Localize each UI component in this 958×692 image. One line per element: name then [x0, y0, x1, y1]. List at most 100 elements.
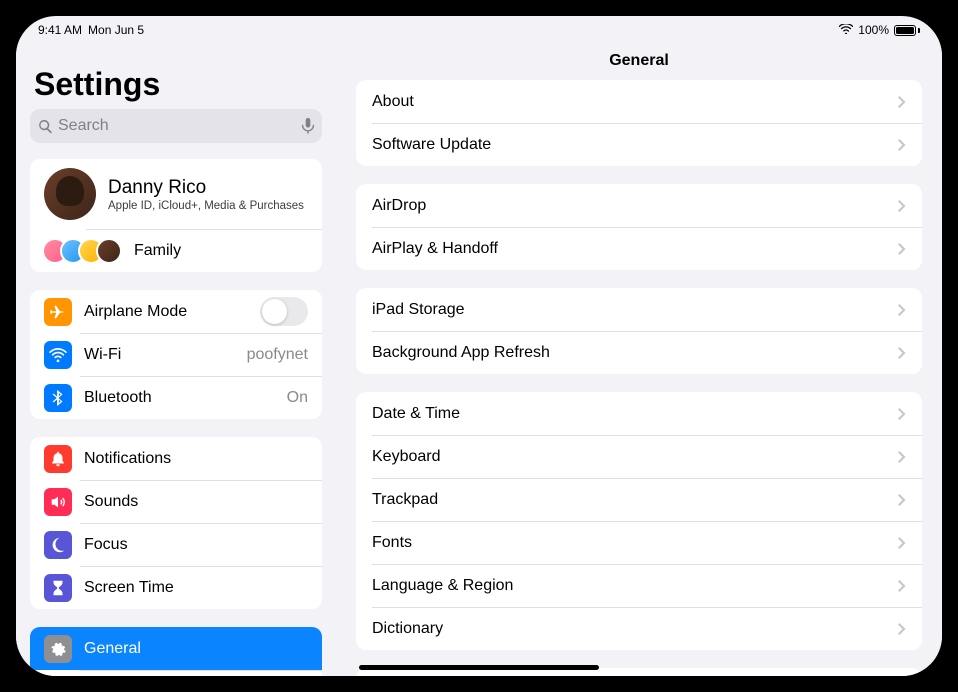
sidebar-group: Airplane Mode Wi-Fi poofynet Bluetooth On	[30, 290, 322, 419]
detail-group: AirDrop AirPlay & Handoff	[356, 184, 922, 270]
detail-row-label: iPad Storage	[372, 301, 898, 319]
sidebar-item-label: Focus	[84, 536, 308, 554]
sidebar-group: General Control Center	[30, 627, 322, 676]
status-right: 100%	[839, 23, 920, 37]
detail-title: General	[336, 38, 942, 80]
detail-row[interactable]: Date & Time	[356, 392, 922, 435]
sidebar-item-label: Bluetooth	[84, 389, 275, 407]
sidebar-item-screentime[interactable]: Screen Time	[30, 566, 322, 609]
sidebar-item-general[interactable]: General	[30, 627, 322, 670]
sidebar-item-label: Airplane Mode	[84, 303, 248, 321]
wifi-icon	[44, 341, 72, 369]
detail-row-label: Keyboard	[372, 448, 898, 466]
sidebar-item-label: Notifications	[84, 450, 308, 468]
detail-row[interactable]: Software Update	[356, 123, 922, 166]
sidebar-item-wifi[interactable]: Wi-Fi poofynet	[30, 333, 322, 376]
sidebar-item-sounds[interactable]: Sounds	[30, 480, 322, 523]
avatar-icon	[96, 238, 122, 264]
chevron-right-icon	[898, 494, 906, 506]
chevron-right-icon	[898, 200, 906, 212]
battery-icon	[894, 25, 920, 36]
detail-row[interactable]: AirDrop	[356, 184, 922, 227]
detail-row-label: AirDrop	[372, 197, 898, 215]
chevron-right-icon	[898, 347, 906, 359]
toggle-airplane[interactable]	[260, 297, 308, 326]
chevron-right-icon	[898, 139, 906, 151]
detail-row[interactable]: Language & Region	[356, 564, 922, 607]
detail-pane[interactable]: General About Software Update AirDrop AirPl…	[336, 38, 942, 676]
status-left: 9:41 AM Mon Jun 5	[38, 23, 144, 37]
sidebar-item-label: Wi-Fi	[84, 346, 235, 364]
chevron-right-icon	[898, 304, 906, 316]
home-indicator[interactable]	[359, 665, 599, 670]
status-date: Mon Jun 5	[88, 23, 144, 37]
detail-row[interactable]: Keyboard	[356, 435, 922, 478]
sidebar-item-value: On	[287, 389, 308, 407]
chevron-right-icon	[898, 580, 906, 592]
moon-icon	[44, 531, 72, 559]
bell-icon	[44, 445, 72, 473]
device-frame: 9:41 AM Mon Jun 5 100% Settings	[8, 8, 950, 684]
status-time: 9:41 AM	[38, 23, 82, 37]
search-icon	[38, 119, 53, 134]
sidebar-item-airplane[interactable]: Airplane Mode	[30, 290, 322, 333]
detail-row-label: Trackpad	[372, 491, 898, 509]
speaker-icon	[44, 488, 72, 516]
detail-row[interactable]: Trackpad	[356, 478, 922, 521]
screen: 9:41 AM Mon Jun 5 100% Settings	[16, 16, 942, 676]
sidebar-group: Notifications Sounds Focus Screen Time	[30, 437, 322, 609]
airplane-icon	[44, 298, 72, 326]
detail-row[interactable]: Background App Refresh	[356, 331, 922, 374]
dictate-icon[interactable]	[302, 118, 314, 134]
hourglass-icon	[44, 574, 72, 602]
wifi-icon	[839, 23, 853, 37]
detail-row-label: Fonts	[372, 534, 898, 552]
sidebar-item-notifications[interactable]: Notifications	[30, 437, 322, 480]
detail-group: iPad Storage Background App Refresh	[356, 288, 922, 374]
detail-row[interactable]: Fonts	[356, 521, 922, 564]
detail-row-label: About	[372, 93, 898, 111]
sidebar-item-family[interactable]: Family	[30, 229, 322, 272]
detail-row-label: AirPlay & Handoff	[372, 240, 898, 258]
family-label: Family	[134, 242, 308, 260]
sidebar-item-bluetooth[interactable]: Bluetooth On	[30, 376, 322, 419]
sidebar-item-controlcenter[interactable]: Control Center	[30, 670, 322, 676]
family-avatars	[42, 238, 122, 264]
detail-row[interactable]: iPad Storage	[356, 288, 922, 331]
bluetooth-icon	[44, 384, 72, 412]
detail-row[interactable]: AirPlay & Handoff	[356, 227, 922, 270]
sidebar-item-label: General	[84, 640, 308, 658]
detail-row-label: Dictionary	[372, 620, 898, 638]
detail-row-label: Software Update	[372, 136, 898, 154]
account-name: Danny Rico	[108, 177, 304, 199]
account-text: Danny Rico Apple ID, iCloud+, Media & Pu…	[108, 177, 304, 212]
sidebar-item-account[interactable]: Danny Rico Apple ID, iCloud+, Media & Pu…	[30, 159, 322, 229]
sidebar-item-label: Sounds	[84, 493, 308, 511]
detail-row[interactable]: Dictionary	[356, 607, 922, 650]
sidebar-item-focus[interactable]: Focus	[30, 523, 322, 566]
detail-row[interactable]: About	[356, 80, 922, 123]
detail-group: Date & Time Keyboard Trackpad Fonts Language…	[356, 392, 922, 650]
chevron-right-icon	[898, 408, 906, 420]
account-group: Danny Rico Apple ID, iCloud+, Media & Pu…	[30, 159, 322, 272]
avatar	[44, 168, 96, 220]
sidebar[interactable]: Settings Search Danny Rico	[16, 38, 336, 676]
chevron-right-icon	[898, 243, 906, 255]
chevron-right-icon	[898, 96, 906, 108]
sidebar-title: Settings	[30, 38, 322, 109]
detail-row-label: Background App Refresh	[372, 344, 898, 362]
main: Settings Search Danny Rico	[16, 38, 942, 676]
sidebar-item-value: poofynet	[247, 346, 308, 364]
account-subtitle: Apple ID, iCloud+, Media & Purchases	[108, 200, 304, 212]
detail-group: About Software Update	[356, 80, 922, 166]
gear-icon	[44, 635, 72, 663]
chevron-right-icon	[898, 537, 906, 549]
detail-row-label: Language & Region	[372, 577, 898, 595]
search-input[interactable]: Search	[30, 109, 322, 143]
chevron-right-icon	[898, 451, 906, 463]
status-bar: 9:41 AM Mon Jun 5 100%	[16, 16, 942, 38]
chevron-right-icon	[898, 623, 906, 635]
sidebar-item-label: Screen Time	[84, 579, 308, 597]
search-placeholder: Search	[58, 117, 297, 135]
battery-pct: 100%	[858, 23, 889, 37]
